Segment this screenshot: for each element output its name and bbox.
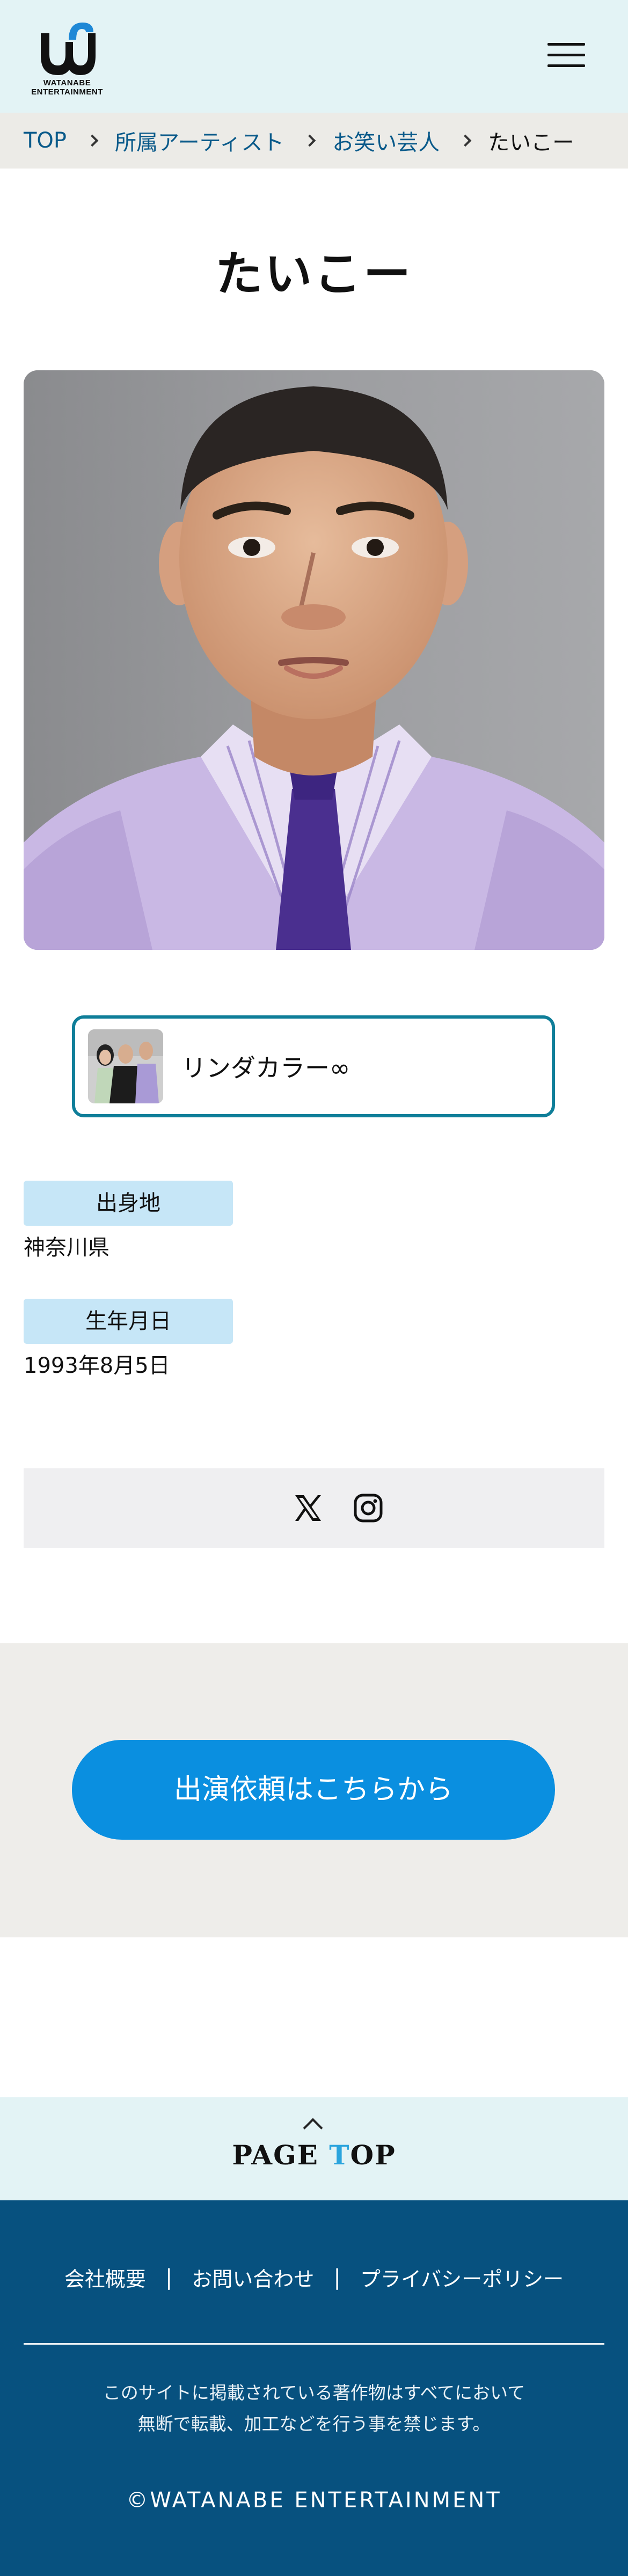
birthdate-value: 1993年8月5日 [24, 1353, 170, 1378]
breadcrumb: TOP 所属アーティスト お笑い芸人 たいこー [0, 113, 628, 169]
unit-link-card[interactable]: リンダカラー∞ [72, 1015, 555, 1117]
page-top-suffix: OP [350, 2139, 396, 2171]
logo-text: WATANABE ENTERTAINMENT [31, 78, 103, 97]
footer-link-contact[interactable]: お問い合わせ [192, 2263, 314, 2292]
menu-button[interactable] [542, 39, 590, 71]
footer-nav: 会社概要 | お問い合わせ | プライバシーポリシー [0, 2263, 628, 2292]
page-top-label: PAGE TOP [0, 2139, 628, 2171]
copyright-text: ©WATANABE ENTERTAINMENT [126, 2488, 502, 2513]
footer-link-company[interactable]: 会社概要 [64, 2263, 146, 2292]
site-header: WATANABE ENTERTAINMENT [0, 0, 628, 113]
profile-photo [24, 370, 604, 950]
chevron-right-icon [303, 134, 316, 147]
notice-line-1: このサイトに掲載されている著作物はすべてにおいて [103, 2382, 525, 2403]
chevron-right-icon [86, 134, 99, 147]
page-title: たいこー [215, 246, 413, 302]
footer-separator: | [165, 2265, 173, 2290]
unit-thumbnail-image [88, 1029, 163, 1103]
unit-thumbnail [88, 1029, 163, 1103]
breadcrumb-comedians[interactable]: お笑い芸人 [332, 125, 440, 156]
sns-links [24, 1468, 604, 1548]
page-top-button[interactable]: PAGE TOP [0, 2097, 628, 2200]
footer-separator: | [333, 2265, 341, 2290]
chevron-right-icon [459, 134, 472, 147]
page-top-prefix: PAGE [232, 2139, 330, 2171]
notice-line-2: 無断で転載、加工などを行う事を禁じます。 [137, 2413, 491, 2434]
hamburger-icon [547, 43, 585, 46]
instagram-icon[interactable] [352, 1492, 384, 1524]
birthdate-label: 生年月日 [24, 1299, 233, 1344]
unit-name: リンダカラー∞ [181, 1053, 350, 1082]
copyright-notice: このサイトに掲載されている著作物はすべてにおいて 無断で転載、加工などを行う事を… [0, 2377, 628, 2440]
cta-section: 出演依頼はこちらから [0, 1643, 628, 1937]
footer-divider [24, 2343, 604, 2345]
x-icon[interactable] [292, 1492, 324, 1524]
booking-request-button[interactable]: 出演依頼はこちらから [72, 1740, 555, 1840]
breadcrumb-artists[interactable]: 所属アーティスト [115, 125, 284, 156]
breadcrumb-current: たいこー [488, 130, 574, 155]
breadcrumb-top[interactable]: TOP [24, 128, 67, 153]
birthplace-label: 出身地 [24, 1181, 233, 1226]
site-footer: 会社概要 | お問い合わせ | プライバシーポリシー このサイトに掲載されている… [0, 2200, 628, 2576]
footer-link-privacy[interactable]: プライバシーポリシー [360, 2263, 564, 2292]
site-logo[interactable]: WATANABE ENTERTAINMENT [21, 20, 113, 97]
profile-photo-image [24, 370, 604, 950]
birthplace-value: 神奈川県 [24, 1235, 109, 1260]
logo-icon [41, 23, 96, 75]
page-top-accent: T [329, 2139, 350, 2171]
chevron-up-icon [303, 2118, 323, 2138]
